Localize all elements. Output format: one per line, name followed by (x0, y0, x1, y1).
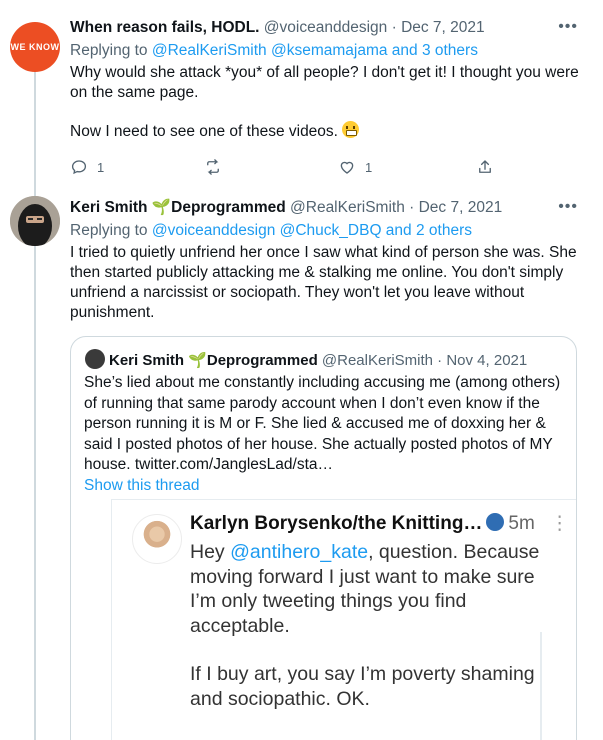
retweet-button[interactable] (204, 158, 231, 176)
quoted-tweet-header: Keri Smith 🌱Deprogrammed @RealKeriSmith … (85, 349, 527, 371)
tweet-date[interactable]: Dec 7, 2021 (419, 199, 503, 216)
quoted-author-name-badge: Deprogrammed (206, 352, 318, 369)
like-count: 1 (365, 159, 373, 175)
screenshot-text: Hey @antihero_kate, question. Because mo… (190, 540, 540, 711)
author-name[interactable]: When reason fails, HODL. (70, 19, 259, 36)
quoted-author-name: Keri Smith 🌱Deprogrammed (109, 352, 318, 369)
seedling-icon: 🌱 (151, 199, 172, 216)
author-name-text: Keri Smith (70, 199, 148, 216)
tweet-date[interactable]: Dec 7, 2021 (401, 19, 485, 36)
screenshot-mention: @antihero_kate (230, 541, 369, 563)
author-name[interactable]: Keri Smith 🌱Deprogrammed (70, 199, 286, 216)
screenshot-author-name: Karlyn Borysenko/the Knitting… 5m ⋮ (190, 512, 569, 535)
more-options-icon[interactable]: ••• (558, 198, 578, 216)
avatar-photo (10, 196, 60, 246)
share-button[interactable] (476, 158, 494, 176)
replying-to-mentions[interactable]: @voiceanddesign @Chuck_DBQ and 2 others (152, 222, 472, 239)
yarn-ball-icon (486, 513, 505, 531)
tweet[interactable]: When reason fails, HODL. @voiceanddesign… (70, 18, 582, 175)
replying-to: Replying to @voiceanddesign @Chuck_DBQ a… (70, 221, 582, 241)
quoted-avatar (85, 349, 105, 369)
separator-dot: · (437, 352, 443, 369)
avatar[interactable]: WE KNOW (10, 22, 60, 72)
embedded-screenshot[interactable]: Karlyn Borysenko/the Knitting… 5m ⋮ Hey @… (111, 499, 576, 740)
separator-dot: · (391, 19, 397, 36)
author-handle[interactable]: @voiceanddesign (264, 19, 387, 36)
avatar[interactable] (10, 196, 60, 246)
reply-button[interactable]: 1 (70, 158, 104, 176)
replying-to-label: Replying to (70, 42, 152, 59)
tweet-text: I tried to quietly unfriend her once I s… (70, 244, 577, 321)
quoted-author-name-text: Keri Smith (109, 352, 185, 369)
retweet-icon (207, 159, 219, 175)
replying-to: Replying to @RealKeriSmith @ksemamajama … (70, 41, 582, 61)
quoted-tweet[interactable]: Keri Smith 🌱Deprogrammed @RealKeriSmith … (70, 336, 577, 740)
thread-connector-line (34, 68, 36, 740)
tweet[interactable]: Keri Smith 🌱Deprogrammed @RealKeriSmith … (70, 198, 582, 323)
screenshot-author-name-text: Karlyn Borysenko/the Knitting… (190, 513, 483, 534)
quoted-tweet-date: Nov 4, 2021 (446, 352, 528, 369)
quoted-author-handle: @RealKeriSmith (321, 352, 433, 369)
author-handle[interactable]: @RealKeriSmith (290, 199, 405, 216)
reply-count: 1 (97, 159, 105, 175)
screenshot-more-icon: ⋮ (550, 513, 570, 534)
tweet-header: Keri Smith 🌱Deprogrammed @RealKeriSmith … (70, 198, 582, 218)
heart-icon (340, 161, 354, 174)
tweet-text-paragraph: Why would she attack *you* of all people… (70, 64, 579, 101)
share-icon (479, 160, 491, 173)
seedling-icon: 🌱 (188, 352, 207, 369)
tweet-actions: 1 1 (70, 158, 491, 178)
tweet-text: Why would she attack *you* of all people… (70, 63, 582, 142)
screenshot-text-prefix: Hey (190, 541, 231, 563)
quoted-tweet-text: She’s lied about me constantly including… (84, 374, 561, 473)
like-button[interactable]: 1 (338, 158, 372, 176)
more-options-icon[interactable]: ••• (558, 18, 578, 36)
author-name-badge: Deprogrammed (171, 199, 286, 216)
tweet-header: When reason fails, HODL. @voiceanddesign… (70, 18, 582, 38)
replying-to-label: Replying to (70, 222, 152, 239)
screenshot-avatar (132, 514, 182, 564)
tweet-text-paragraph-2: Now I need to see one of these videos. (70, 121, 582, 142)
tweet-text-line: Now I need to see one of these videos. (70, 123, 338, 140)
replying-to-mentions[interactable]: @RealKeriSmith @ksemamajama and 3 others (152, 42, 478, 59)
grimacing-face-icon (342, 121, 360, 138)
avatar-logo-text: WE KNOW (10, 42, 60, 52)
screenshot-side-border (540, 632, 542, 740)
separator-dot: · (409, 199, 415, 216)
show-this-thread-link[interactable]: Show this thread (84, 477, 199, 495)
reply-icon (71, 160, 87, 175)
screenshot-text-paragraph-2: If I buy art, you say I’m poverty shamin… (190, 663, 535, 710)
screenshot-time: 5m (508, 513, 535, 534)
